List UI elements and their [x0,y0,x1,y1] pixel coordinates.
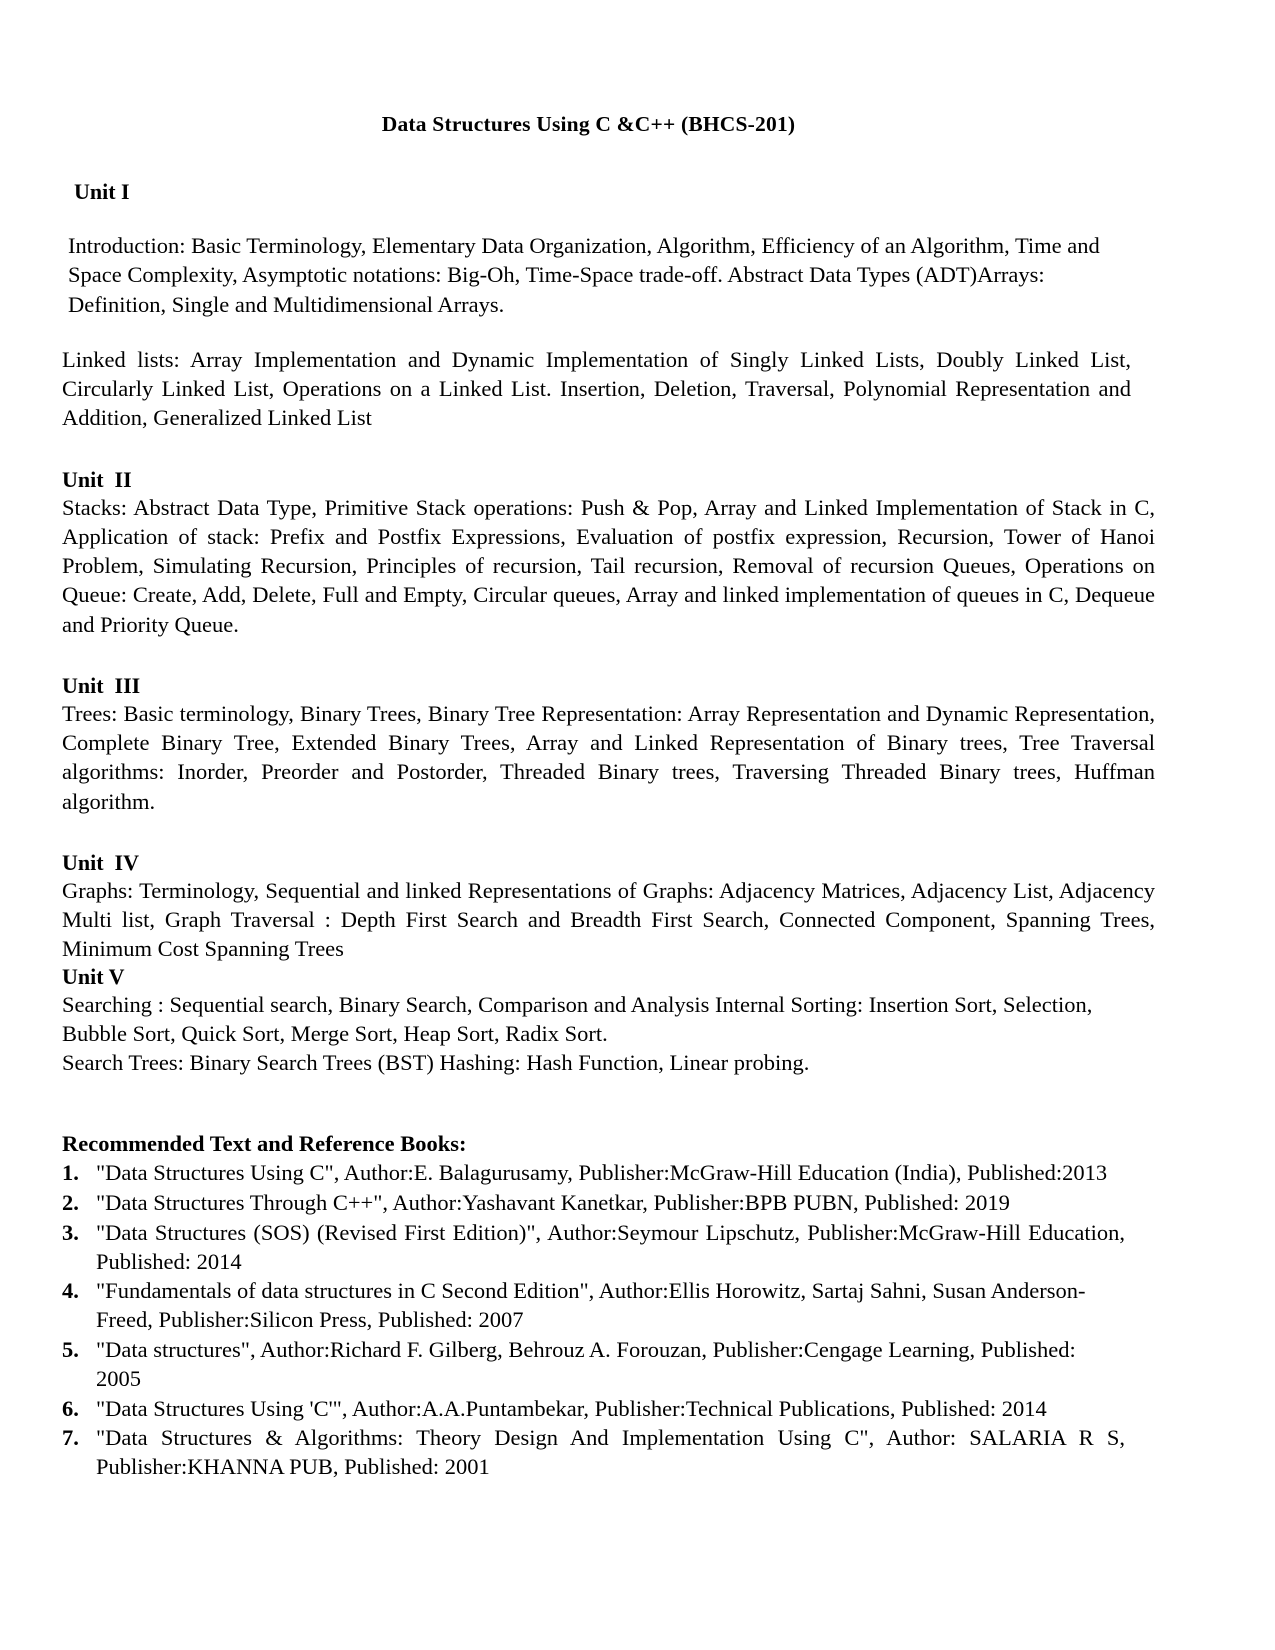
reference-item: 7. "Data Structures & Algorithms: Theory … [62,1424,1155,1482]
unit-5-paragraph-2: Search Trees: Binary Search Trees (BST) … [62,1050,810,1075]
unit-heading-1: Unit I [74,179,130,204]
references-heading: Recommended Text and Reference Books: [62,1131,467,1157]
reference-number: 5. [62,1337,79,1363]
references-list: 1. "Data Structures Using C", Author:E. B… [62,1159,1155,1482]
reference-text: "Data Structures Using 'C'", Author:A.A.… [96,1395,1047,1421]
unit-4-paragraph-1: Graphs: Terminology, Sequential and link… [62,877,1155,962]
reference-number: 6. [62,1395,79,1421]
reference-item: 2. "Data Structures Through C++", Author:… [62,1189,1155,1218]
document-page: Data Structures Using C &C++ (BHCS-201) … [0,0,1275,1650]
unit-3-paragraph-1: Trees: Basic terminology, Binary Trees, … [62,700,1155,814]
reference-text: "Data Structures Using C", Author:E. Bal… [96,1160,1108,1186]
reference-text: "Data Structures & Algorithms: Theory De… [96,1425,1125,1480]
unit-heading-3: Unit III [62,672,141,698]
reference-item: 6. "Data Structures Using 'C'", Author:A.… [62,1395,1155,1424]
reference-number: 1. [62,1160,79,1186]
reference-text: "Fundamentals of data structures in C Se… [96,1278,1086,1333]
reference-text: "Data Structures (SOS) (Revised First Ed… [96,1219,1125,1274]
reference-item: 1. "Data Structures Using C", Author:E. B… [62,1159,1155,1188]
page-title: Data Structures Using C &C++ (BHCS-201) [381,112,796,136]
unit-heading-5: Unit V [62,963,125,989]
unit-1-paragraph-1: Introduction: Basic Terminology, Element… [68,233,1100,317]
reference-item: 3. "Data Structures (SOS) (Revised First … [62,1219,1155,1277]
reference-item: 4. "Fundamentals of data structures in C … [62,1277,1155,1335]
reference-text: "Data structures", Author:Richard F. Gil… [96,1337,1076,1391]
reference-number: 3. [62,1219,79,1245]
reference-text: "Data Structures Through C++", Author:Ya… [96,1190,1010,1216]
unit-heading-2: Unit II [62,466,132,492]
unit-1-paragraph-2: Linked lists: Array Implementation and D… [62,346,1131,431]
unit-heading-4: Unit IV [62,849,140,875]
unit-2-paragraph-1: Stacks: Abstract Data Type, Primitive St… [62,494,1155,637]
reference-item: 5. "Data structures", Author:Richard F. G… [62,1336,1155,1394]
reference-number: 4. [62,1278,79,1304]
reference-number: 7. [62,1425,79,1451]
unit-5-paragraph-1: Searching : Sequential search, Binary Se… [62,991,1093,1046]
reference-number: 2. [62,1190,79,1216]
